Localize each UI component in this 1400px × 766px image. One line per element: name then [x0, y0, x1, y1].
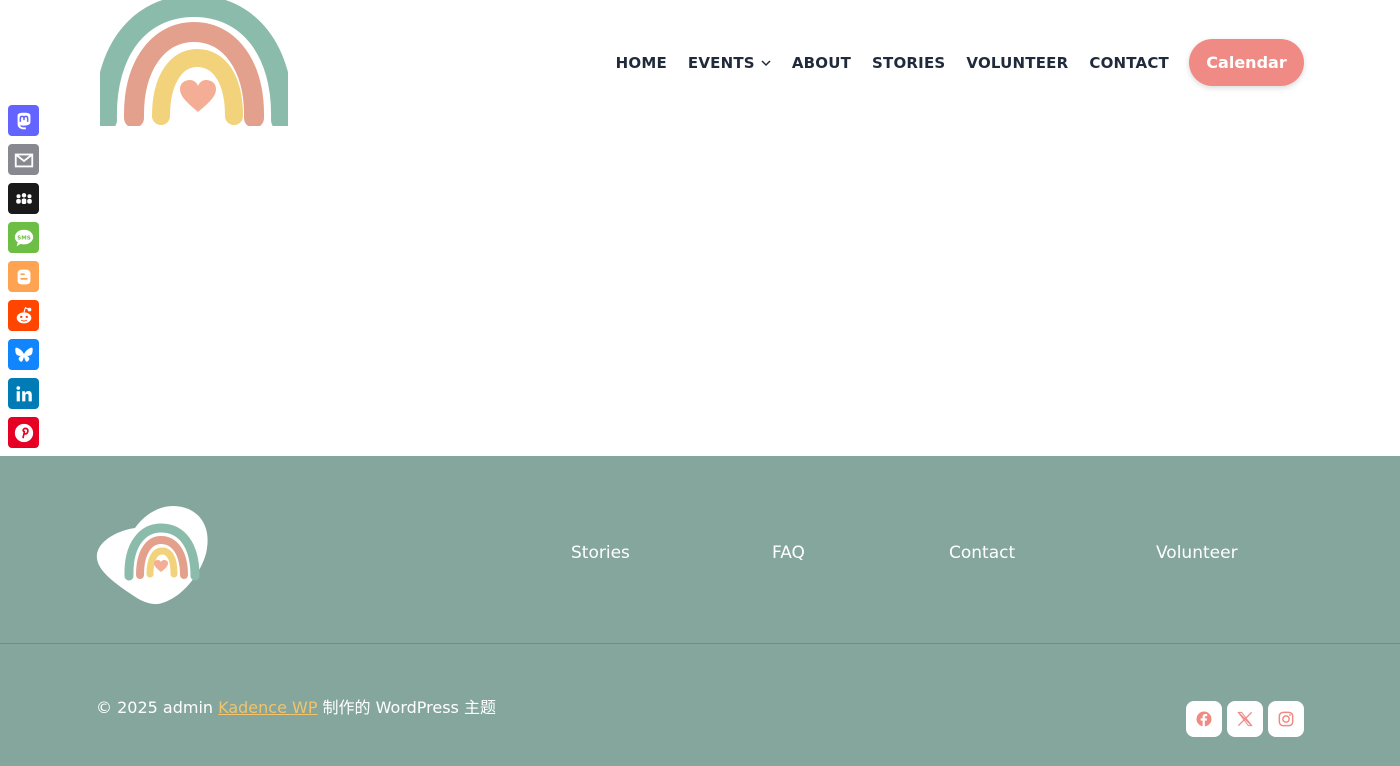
bluesky-icon — [14, 347, 33, 362]
footer-link-contact[interactable]: Contact — [949, 543, 1015, 563]
site-footer: Stories FAQ Contact Volunteer © 2025 adm… — [0, 456, 1400, 766]
pinterest-icon — [14, 423, 33, 442]
copyright-text: © 2025 admin Kadence WP 制作的 WordPress 主题 — [96, 694, 496, 718]
share-bluesky-button[interactable] — [8, 339, 39, 370]
nav-stories-label: STORIES — [872, 53, 946, 72]
footer-link-volunteer[interactable]: Volunteer — [1156, 543, 1238, 563]
copyright-suffix: 制作的 WordPress 主题 — [317, 698, 496, 717]
nav-home-label: HOME — [615, 53, 667, 72]
x-icon — [1237, 711, 1253, 727]
reddit-icon — [16, 306, 31, 323]
facebook-icon — [1196, 711, 1212, 727]
share-linkedin-button[interactable] — [8, 378, 39, 409]
nav-volunteer-label: VOLUNTEER — [966, 53, 1069, 72]
footer-x-button[interactable] — [1227, 701, 1263, 737]
email-icon — [14, 153, 33, 167]
instagram-icon — [1278, 711, 1294, 727]
kadence-wp-link[interactable]: Kadence WP — [218, 698, 317, 717]
svg-text:SMS: SMS — [17, 235, 30, 241]
rainbow-logo[interactable] — [100, 0, 288, 126]
footer-social-links — [1181, 701, 1304, 737]
nav-volunteer[interactable]: VOLUNTEER — [966, 54, 1068, 72]
footer-instagram-button[interactable] — [1268, 701, 1304, 737]
chevron-down-icon — [761, 59, 771, 66]
mewe-icon — [15, 192, 32, 204]
nav-contact-label: CONTACT — [1089, 53, 1169, 72]
share-blogger-button[interactable] — [8, 261, 39, 292]
copyright-prefix: © 2025 admin — [96, 698, 219, 717]
footer-link-stories[interactable]: Stories — [571, 543, 630, 563]
sms-icon: SMS — [14, 229, 33, 246]
blogger-icon — [17, 269, 30, 284]
share-mewe-button[interactable] — [8, 183, 39, 214]
share-sms-button[interactable]: SMS — [8, 222, 39, 253]
share-mastodon-button[interactable] — [8, 105, 39, 136]
footer-facebook-button[interactable] — [1186, 701, 1222, 737]
nav-stories[interactable]: STORIES — [872, 54, 945, 72]
nav-events[interactable]: EVENTS — [688, 54, 771, 72]
share-reddit-button[interactable] — [8, 300, 39, 331]
footer-nav: Stories FAQ Contact Volunteer — [0, 543, 1400, 565]
nav-contact[interactable]: CONTACT — [1089, 54, 1169, 72]
nav-events-label: EVENTS — [687, 53, 755, 72]
linkedin-icon — [15, 385, 32, 401]
nav-about[interactable]: ABOUT — [792, 54, 851, 72]
share-email-button[interactable] — [8, 144, 39, 175]
footer-top-section: Stories FAQ Contact Volunteer — [0, 456, 1400, 644]
site-header: HOME EVENTS ABOUT STORIES VOLUNTEER CONT… — [0, 0, 1400, 456]
nav-home[interactable]: HOME — [616, 54, 667, 72]
calendar-button[interactable]: Calendar — [1189, 39, 1304, 86]
nav-about-label: ABOUT — [791, 53, 852, 72]
main-nav: HOME EVENTS ABOUT STORIES VOLUNTEER CONT… — [616, 39, 1304, 86]
mastodon-icon — [17, 112, 30, 129]
share-pinterest-button[interactable] — [8, 417, 39, 448]
footer-link-faq[interactable]: FAQ — [772, 543, 805, 563]
